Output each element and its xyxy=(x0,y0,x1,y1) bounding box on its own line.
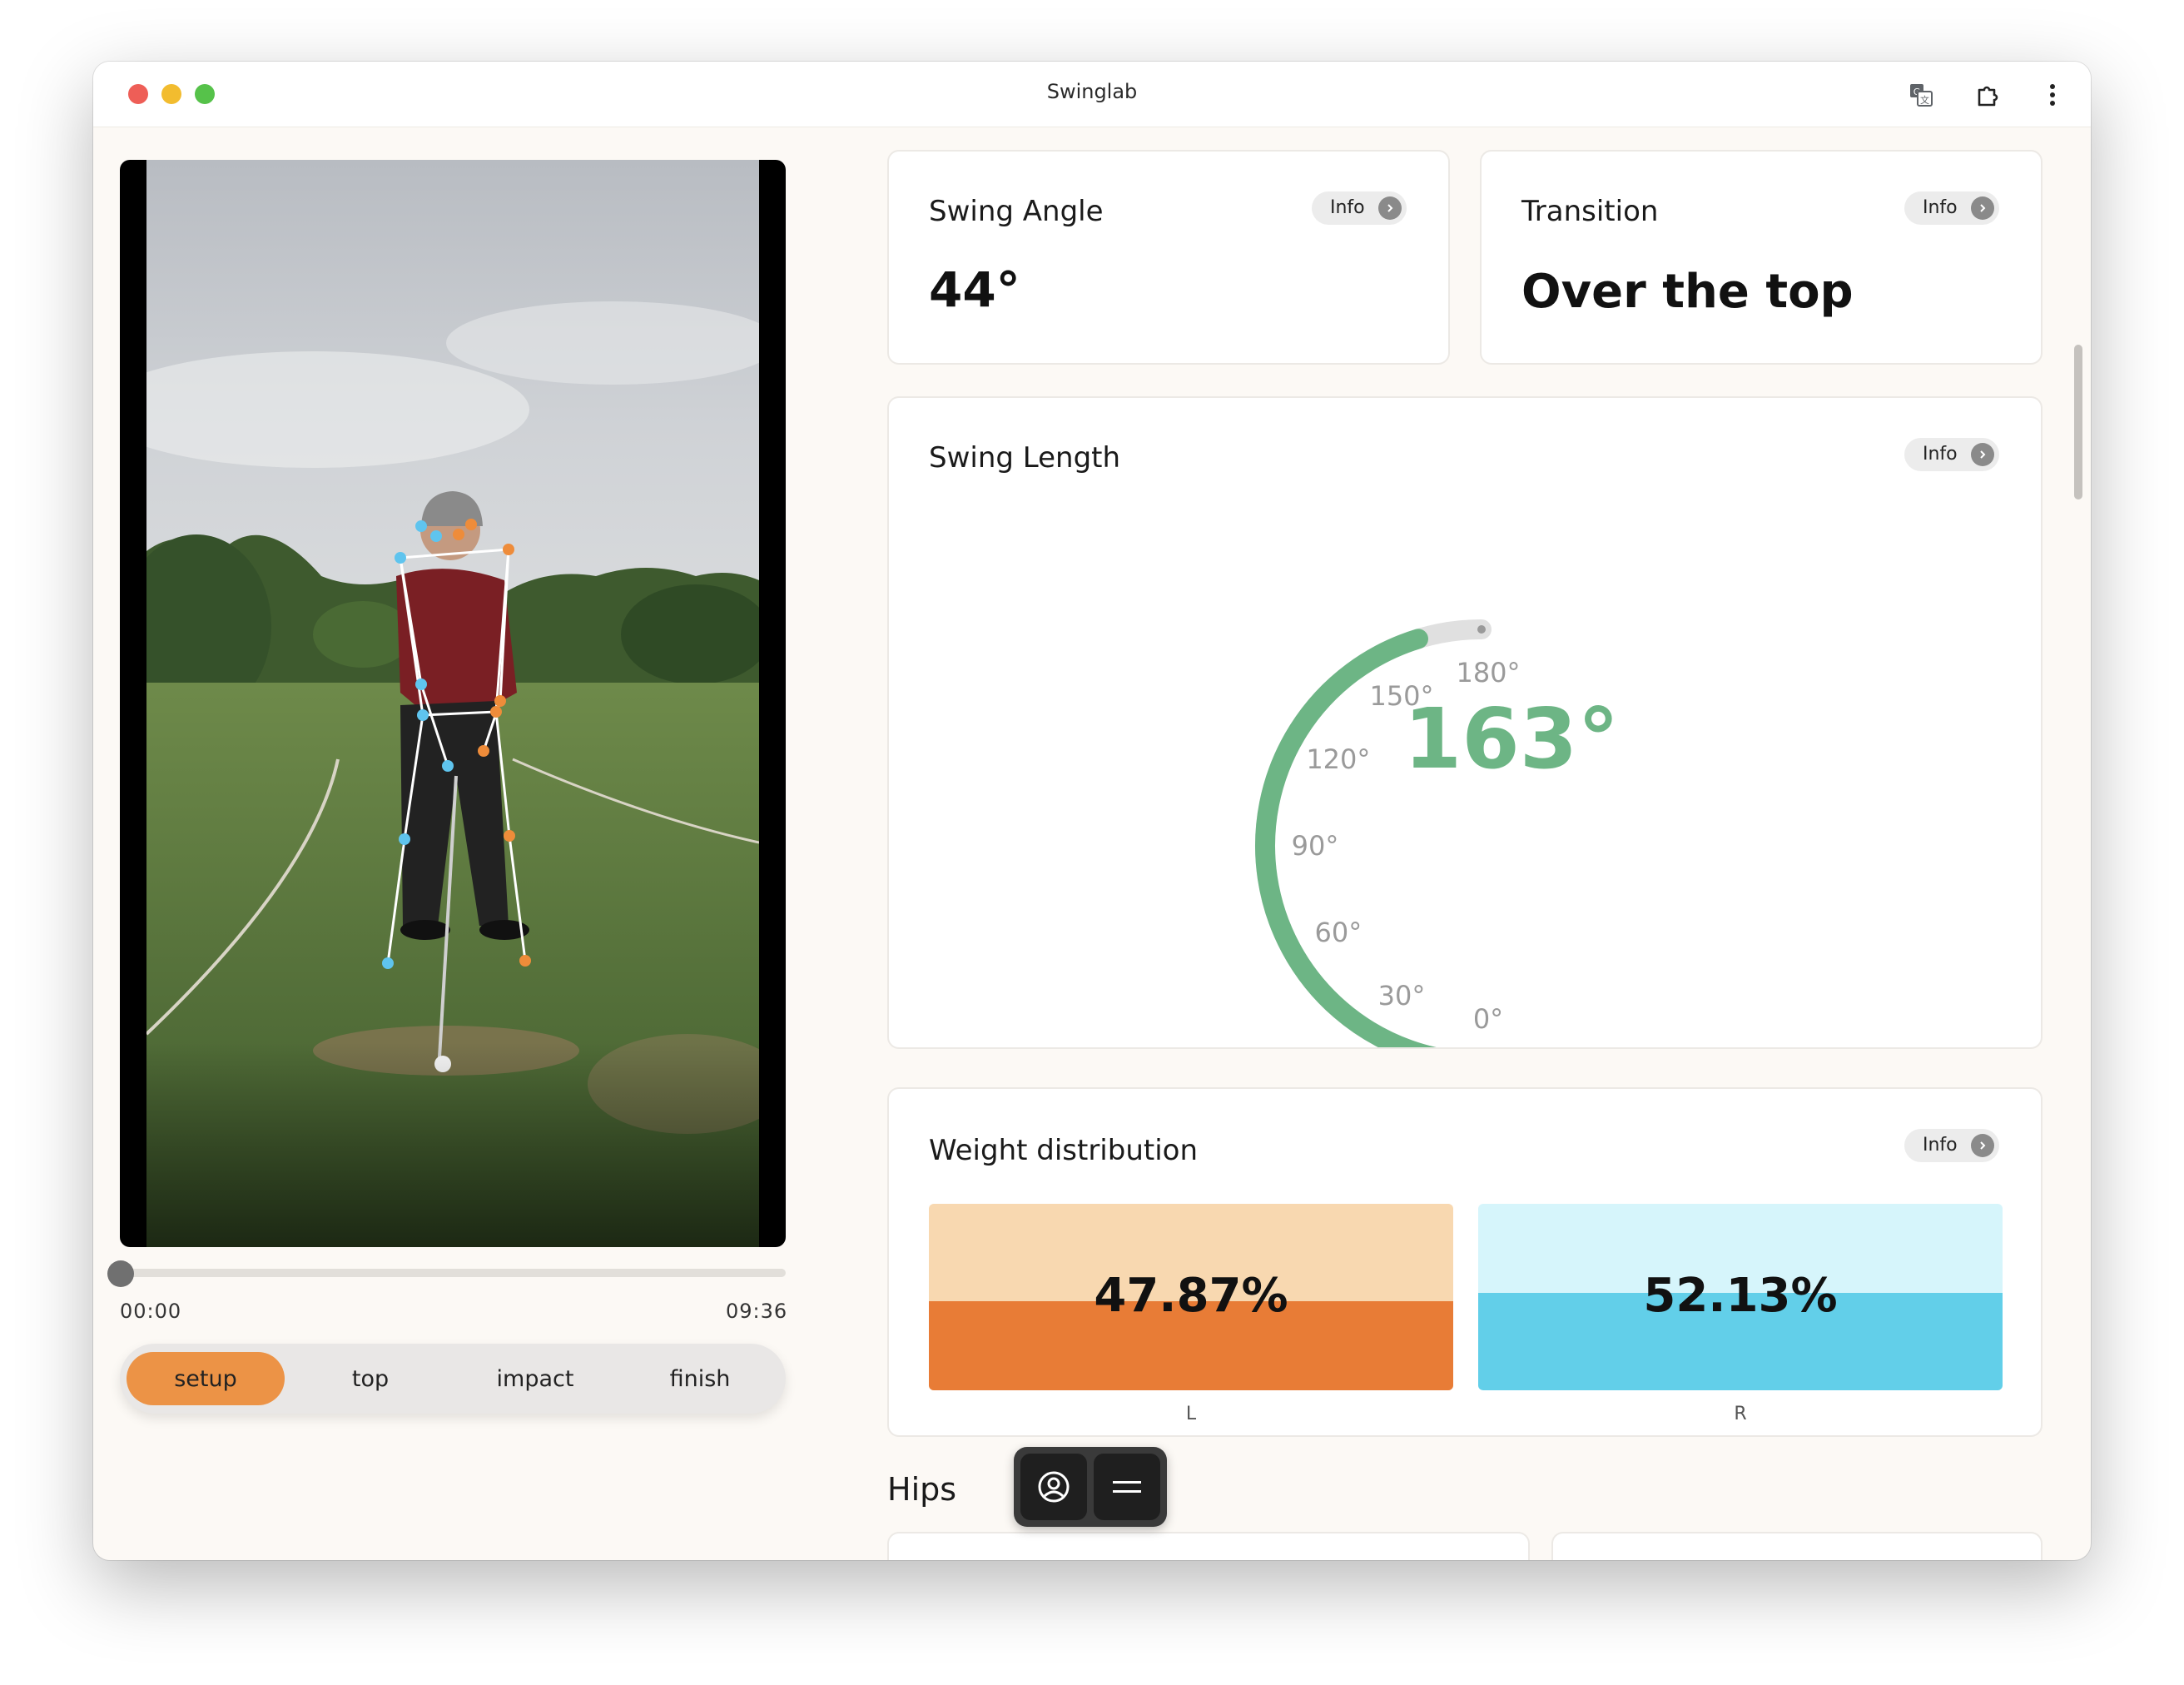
phase-finish-button[interactable]: finish xyxy=(621,1352,779,1405)
gauge-tick-label: 180° xyxy=(1456,657,1520,688)
chevron-right-icon xyxy=(1378,196,1402,220)
transition-title: Transition xyxy=(1521,195,1659,228)
video-player[interactable] xyxy=(120,160,786,1247)
hips-card-right xyxy=(1551,1532,2043,1560)
title-bar: Swinglab G 文 xyxy=(93,62,2091,127)
weight-left-label: L xyxy=(1185,1404,1197,1424)
weight-left-value: 47.87% xyxy=(1094,1269,1288,1323)
swing-length-value: 163° xyxy=(1404,690,1620,788)
svg-text:文: 文 xyxy=(1920,94,1929,106)
app-window: Swinglab G 文 00:00 09:36 setup top impac… xyxy=(93,62,2091,1560)
weight-right-label: R xyxy=(1734,1404,1747,1424)
menu-icon[interactable] xyxy=(1094,1454,1160,1520)
phase-selector: setup top impact finish xyxy=(120,1344,786,1414)
window-title: Swinglab xyxy=(1046,80,1138,103)
info-label: Info xyxy=(1923,1135,1958,1156)
weight-left-bar: 47.87% xyxy=(929,1204,1453,1390)
weight-right-bar: 52.13% xyxy=(1478,1204,2003,1390)
video-progress-track[interactable] xyxy=(120,1269,786,1277)
weight-distribution-title: Weight distribution xyxy=(929,1134,1199,1167)
current-time: 00:00 xyxy=(120,1300,182,1323)
transition-value: Over the top xyxy=(1521,265,1854,319)
gauge-tick-label: 90° xyxy=(1292,830,1339,862)
phase-setup-button[interactable]: setup xyxy=(127,1352,285,1405)
transition-card: Transition Info Over the top xyxy=(1480,150,2043,365)
person-circle-icon[interactable] xyxy=(1020,1454,1087,1520)
chevron-right-icon xyxy=(1971,1134,1994,1157)
golfer-pose-image xyxy=(146,160,759,1247)
hips-section-title: Hips xyxy=(887,1471,957,1508)
floating-dock xyxy=(1014,1447,1167,1527)
weight-right-value: 52.13% xyxy=(1643,1269,1838,1323)
more-vert-icon[interactable] xyxy=(2036,78,2069,112)
gauge-tick-label: 120° xyxy=(1306,743,1370,775)
weight-distribution-card: Weight distribution Info 47.87% L 52.13%… xyxy=(887,1087,2043,1437)
info-label: Info xyxy=(1330,197,1365,218)
gauge-tick-label: 30° xyxy=(1378,980,1426,1011)
swing-length-gauge: 0°30°60°90°120°150°180° 163° xyxy=(1255,619,1620,1047)
gauge-tick-label: 60° xyxy=(1315,917,1363,948)
swing-length-card: Swing Length Info 0° 30° 60° 90° 120° 150° 180… xyxy=(887,396,2043,1049)
weight-info-button[interactable]: Info xyxy=(1904,1129,1999,1162)
video-frame xyxy=(146,160,759,1247)
swing-angle-title: Swing Angle xyxy=(929,195,1104,228)
scrollbar-thumb[interactable] xyxy=(2074,345,2082,500)
duration: 09:36 xyxy=(726,1300,788,1323)
extension-icon[interactable] xyxy=(1971,78,2004,112)
swing-angle-card: Swing Angle Info 44° xyxy=(887,150,1450,365)
swing-angle-info-button[interactable]: Info xyxy=(1312,191,1407,225)
hips-card-left xyxy=(887,1532,1530,1560)
video-progress-knob[interactable] xyxy=(107,1260,134,1287)
gauge-tick-label: 0° xyxy=(1473,1003,1503,1035)
phase-impact-button[interactable]: impact xyxy=(456,1352,614,1405)
translate-icon[interactable]: G 文 xyxy=(1904,78,1938,112)
chevron-right-icon xyxy=(1971,196,1994,220)
swing-angle-value: 44° xyxy=(929,261,1020,318)
info-label: Info xyxy=(1923,197,1958,218)
gauge-end-marker xyxy=(1477,625,1486,634)
transition-info-button[interactable]: Info xyxy=(1904,191,1999,225)
phase-top-button[interactable]: top xyxy=(291,1352,449,1405)
